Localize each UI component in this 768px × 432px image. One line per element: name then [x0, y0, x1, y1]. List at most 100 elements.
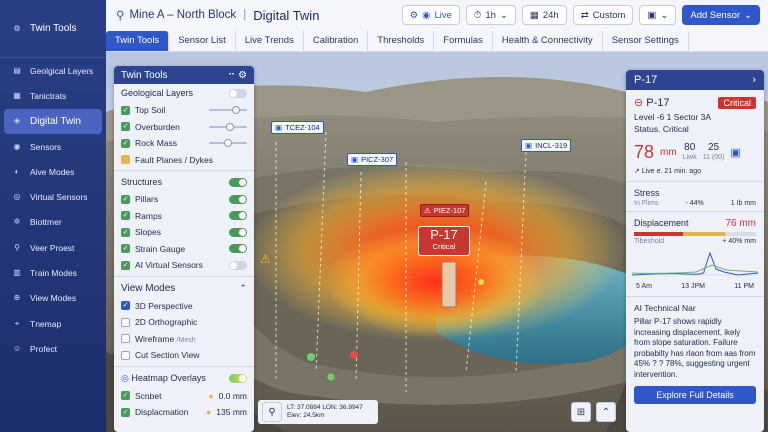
sensor-label-picz-307[interactable]: ▣ PICZ-307: [347, 153, 398, 166]
clock-icon: ⏱: [473, 9, 482, 21]
structures-toggle[interactable]: [229, 177, 247, 187]
tab-sensor-settings[interactable]: Sensor Settings: [603, 31, 689, 51]
layers-button[interactable]: ⌃: [596, 402, 616, 422]
sidebar-item-aive-modes[interactable]: ◐ Aive Modes: [0, 159, 106, 184]
sidebar-header[interactable]: ⚙ Twin Tools: [0, 0, 106, 58]
ai-virtual-sensors-checkbox[interactable]: ✓: [121, 260, 130, 270]
live-button[interactable]: ⚙ ◉ Live: [401, 5, 460, 25]
sidebar-item-sensors[interactable]: ◉ Sensors: [0, 134, 106, 159]
tab-live-trends[interactable]: Live Trends: [236, 31, 304, 51]
structures-header: Structures: [114, 173, 254, 191]
warning-icon[interactable]: ⚠: [260, 252, 274, 266]
custom-range-button[interactable]: ⇄ Custom: [572, 5, 634, 25]
twin-icon: ◈: [13, 116, 21, 126]
displacement-checkbox[interactable]: ✓: [121, 407, 130, 417]
stat1-sub: Liwk: [682, 154, 697, 161]
scnbet-checkbox[interactable]: ✓: [121, 391, 130, 401]
slopes-toggle[interactable]: [229, 227, 247, 237]
zoom-button[interactable]: ⊞: [571, 402, 591, 422]
slopes-checkbox[interactable]: ✓: [121, 227, 130, 237]
3d-perspective-checkbox[interactable]: ✓: [121, 301, 130, 311]
sidebar-item-biottmer[interactable]: ✲ Biottmer: [0, 210, 106, 235]
rock-mass-slider[interactable]: [209, 139, 247, 148]
sensor-label-piez-107[interactable]: ⚠ PIEZ-107: [420, 204, 470, 217]
ai-virtual-sensors-toggle[interactable]: [229, 260, 247, 270]
display-menu-button[interactable]: ▣ ⌄: [639, 5, 677, 25]
grid-icon: ⊞: [576, 406, 586, 418]
view-mode-row[interactable]: Cut Section View: [114, 347, 254, 364]
sensor-label-tcez-104[interactable]: ▣ TCEZ-104: [271, 121, 324, 134]
rock-mass-checkbox[interactable]: ✓: [121, 138, 130, 148]
sidebar-item-train-modes[interactable]: ▥ Train Modes: [0, 260, 106, 285]
document-icon: ▦: [13, 90, 21, 100]
structure-label: Ramps: [135, 210, 162, 221]
chevron-right-icon[interactable]: ›: [752, 74, 756, 86]
strain-gauge-checkbox[interactable]: ✓: [121, 244, 130, 254]
view-modes-header[interactable]: View Modes ⌃: [114, 279, 254, 298]
breadcrumb-separator: |: [243, 9, 247, 21]
top-soil-slider[interactable]: [209, 106, 247, 115]
coordinate-bar: ⚲ LT: 37.0884 LON: 36.9947 Elev: 24.5km: [258, 400, 378, 424]
structure-row: ✓ Pillars: [114, 191, 254, 208]
tab-formulas[interactable]: Formulas: [434, 31, 493, 51]
overburden-slider[interactable]: [209, 122, 247, 131]
tab-sensor-list[interactable]: Sensor List: [169, 31, 236, 51]
view-mode-row[interactable]: ✓ 3D Perspective: [114, 298, 254, 315]
view-mode-row[interactable]: 2D Orthographic: [114, 314, 254, 331]
tab-twin-tools[interactable]: Twin Tools: [106, 31, 170, 51]
pillars-toggle[interactable]: [229, 194, 247, 204]
cut-section-checkbox[interactable]: [121, 350, 130, 360]
sidebar-item-profect[interactable]: ☺ Profect: [0, 336, 106, 361]
add-sensor-button[interactable]: Add Sensor ⌄: [682, 5, 760, 25]
wireframe-checkbox[interactable]: [121, 334, 130, 344]
panel-title: Twin Tools: [121, 69, 168, 81]
explore-details-button[interactable]: Explore Full Details: [634, 386, 756, 404]
range-24h-button[interactable]: ▦ 24h: [521, 5, 567, 25]
sidebar-item-geological-layers[interactable]: ▤ Geolgical Layers: [0, 58, 106, 83]
sidebar-item-tnemap[interactable]: ⌖ Tnemap: [0, 311, 106, 336]
layer-label: Fault Planes / Dykes: [135, 154, 213, 165]
fault-planes-checkbox[interactable]: [121, 155, 130, 165]
top-soil-checkbox[interactable]: ✓: [121, 105, 130, 115]
tab-calibration[interactable]: Calibration: [304, 31, 369, 51]
sidebar-item-tanictrats[interactable]: ▦ Tanictrats: [0, 83, 106, 108]
location-button[interactable]: ⚲: [262, 402, 282, 422]
view-mode-label: 2D Orthographic: [135, 317, 198, 328]
strain-gauge-toggle[interactable]: [229, 244, 247, 254]
tab-thresholds[interactable]: Thresholds: [368, 31, 435, 51]
slider-knob[interactable]: [231, 106, 240, 115]
tab-health-connectivity[interactable]: Health & Connectivity: [493, 31, 603, 51]
geo-layers-toggle[interactable]: [229, 88, 247, 98]
location-pin-icon: ⚲: [116, 10, 125, 22]
ramps-checkbox[interactable]: ✓: [121, 211, 130, 221]
2d-orthographic-checkbox[interactable]: [121, 317, 130, 327]
sidebar-item-label: Virtual Sensors: [30, 192, 88, 203]
heatmap-toggle[interactable]: [229, 373, 247, 383]
sidebar-item-digital-twin[interactable]: ◈ Digital Twin: [4, 108, 102, 134]
camera-icon[interactable]: ▣: [730, 146, 740, 159]
calendar-icon: ▦: [529, 9, 539, 21]
site-name[interactable]: Mine A – North Block: [129, 9, 236, 21]
range-1h-button[interactable]: ⏱ 1h ⌄: [465, 5, 516, 25]
slider-knob[interactable]: [226, 122, 235, 131]
sidebar-item-view-modes[interactable]: ⊕ View Modes: [0, 286, 106, 311]
gear-icon[interactable]: ⚙: [238, 70, 247, 81]
stat1-value: 80: [684, 142, 696, 153]
sidebar-item-virtual-sensors[interactable]: ◎ Virtual Sensors: [0, 184, 106, 209]
stress-value: 1 Ib mm: [730, 200, 756, 207]
settings-icon: ⚙: [409, 9, 419, 21]
time-tick: 11 PM: [734, 283, 754, 290]
ramps-toggle[interactable]: [229, 211, 247, 221]
slider-knob[interactable]: [224, 139, 233, 148]
heatmap-row: ✓ Displacmation ● 135 mm: [114, 404, 254, 421]
sensor-label-incl-319[interactable]: ▣ INCL-319: [521, 139, 572, 152]
collapse-icon[interactable]: ⠒: [228, 70, 235, 81]
overburden-checkbox[interactable]: ✓: [121, 122, 130, 132]
panel-header: Twin Tools ⠒ ⚙: [114, 66, 254, 84]
critical-sensor-marker[interactable]: P-17 Critical: [418, 226, 470, 256]
sidebar-item-veer-proest[interactable]: ⚲ Veer Proest: [0, 235, 106, 260]
map-icon: ⌖: [14, 318, 20, 328]
pillars-checkbox[interactable]: ✓: [121, 194, 130, 204]
view-mode-row[interactable]: Wireframe /Mesh: [114, 331, 254, 348]
heatmap-value: 0.0 mm: [218, 390, 247, 401]
